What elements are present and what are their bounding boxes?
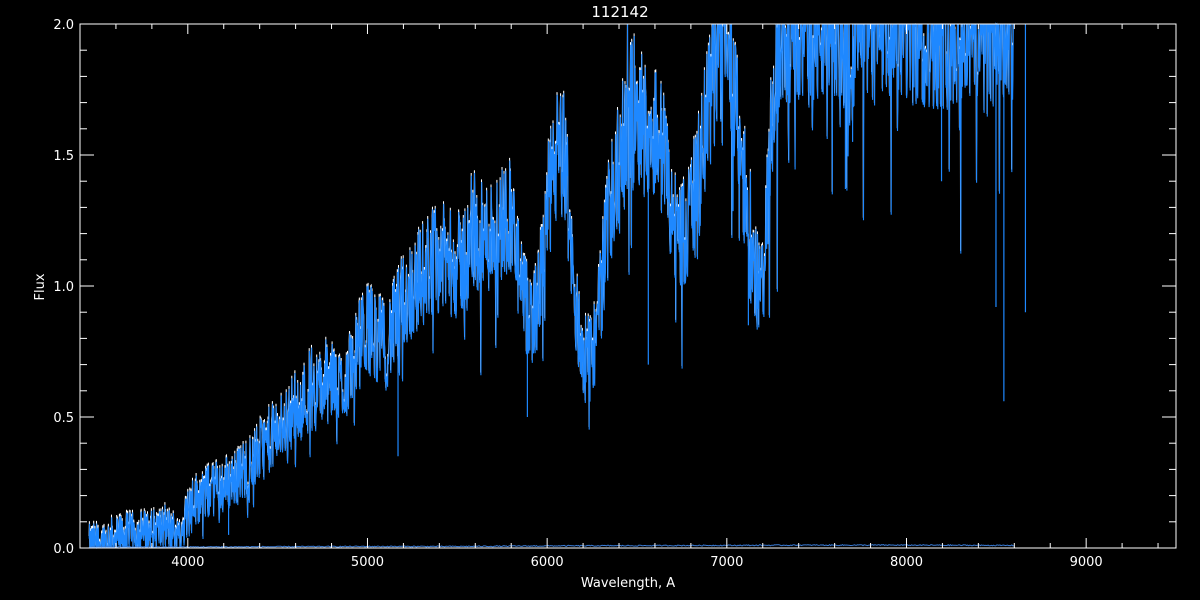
y-tick-label: 0.5 [53,411,74,426]
error-series [88,543,1014,549]
plot-area [88,22,1027,549]
x-tick-label: 6000 [531,555,564,570]
y-tick-label: 1.5 [53,149,74,164]
y-tick-label: 2.0 [53,18,74,33]
y-tick-label: 1.0 [53,280,74,295]
x-tick-label: 8000 [890,555,923,570]
y-axis-label: Flux [33,273,48,300]
spectrum-chart: 112142 4000 5000 6000 7000 8000 9000 0.0 0.5 1.0… [33,3,1177,591]
x-axis-label: Wavelength, A [581,576,675,591]
x-tick-label: 5000 [351,555,384,570]
flux-series-blue [88,22,1015,549]
chart-title: 112142 [591,3,648,21]
x-tick-label: 9000 [1070,555,1103,570]
y-tick-label: 0.0 [53,542,74,557]
x-tick-label: 4000 [171,555,204,570]
x-tick-label: 7000 [710,555,743,570]
